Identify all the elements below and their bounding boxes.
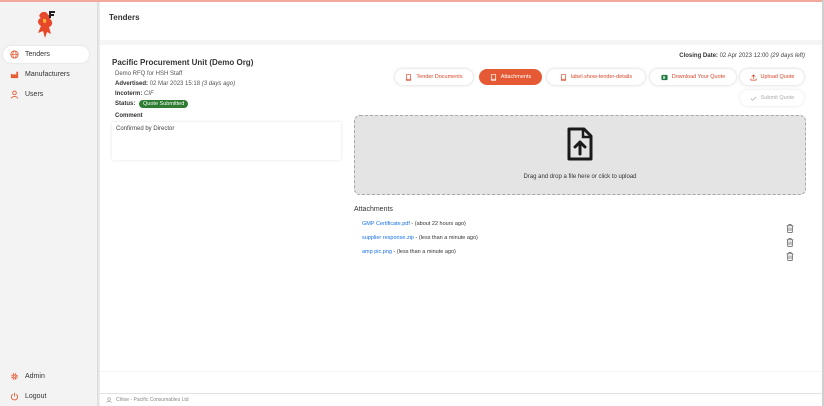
sidebar-item-manufacturers[interactable]: Manufacturers bbox=[3, 66, 89, 83]
app-logo bbox=[34, 10, 60, 40]
advertised-date: 02 Mar 2023 15:18 bbox=[149, 81, 201, 87]
sidebar-item-label: Tenders bbox=[25, 51, 50, 58]
attachments-button[interactable]: Attachments bbox=[479, 69, 542, 85]
main-content: Pacific Procurement Unit (Demo Org) Demo… bbox=[100, 40, 822, 372]
list-item: supplier response.zip - (less than a min… bbox=[362, 235, 478, 241]
status-label: Status: bbox=[115, 101, 136, 107]
closing-label: Closing Date: bbox=[679, 53, 718, 59]
org-name: Pacific Procurement Unit (Demo Org) bbox=[112, 58, 254, 67]
footer: Chloe - Pacific Consumables Ltd bbox=[100, 372, 822, 406]
attachment-time: - (less than a minute ago) bbox=[413, 235, 478, 241]
footer-divider bbox=[100, 393, 822, 394]
tender-card: Pacific Procurement Unit (Demo Org) Demo… bbox=[100, 45, 822, 371]
list-item: amp pic.png - (less than a minute ago) bbox=[362, 249, 456, 255]
submit-quote-button[interactable]: Submit Quote bbox=[740, 90, 804, 106]
attachment-time: - (about 22 hours ago) bbox=[409, 221, 466, 227]
download-quote-button[interactable]: Download Your Quote bbox=[650, 69, 736, 85]
attachment-time: - (less than a minute ago) bbox=[391, 249, 456, 255]
closing-date-value: 02 Apr 2023 12:00 bbox=[719, 53, 769, 59]
incoterm-line: Incoterm: CIF bbox=[115, 91, 154, 97]
book-icon bbox=[405, 73, 412, 81]
show-tender-details-label: label.show-tender-details bbox=[570, 74, 633, 80]
page-title: Tenders bbox=[109, 13, 140, 22]
user-icon bbox=[106, 397, 112, 403]
tender-subtitle: Demo RFQ for HSH Staff bbox=[115, 71, 183, 77]
gear-icon bbox=[10, 372, 19, 381]
header: Tenders bbox=[100, 2, 822, 40]
upload-icon bbox=[750, 73, 757, 81]
tender-documents-button[interactable]: Tender Documents bbox=[395, 69, 473, 85]
advertised-ago: (3 days ago) bbox=[201, 81, 236, 87]
show-tender-details-button[interactable]: label.show-tender-details bbox=[547, 69, 645, 85]
excel-icon bbox=[661, 74, 668, 81]
comment-label: Comment bbox=[115, 113, 143, 119]
attachments-label: Attachments bbox=[500, 74, 532, 80]
upload-quote-button[interactable]: Upload Quote bbox=[740, 69, 804, 85]
sidebar-item-label: Users bbox=[25, 91, 44, 98]
sidebar-item-label: Admin bbox=[25, 373, 45, 380]
current-user: Chloe - Pacific Consumables Ltd bbox=[106, 397, 189, 403]
closing-date: Closing Date: 02 Apr 2023 12:00 (29 days… bbox=[679, 53, 805, 59]
factory-icon bbox=[10, 70, 19, 79]
file-dropzone[interactable]: Drag and drop a file here or click to up… bbox=[354, 115, 806, 195]
closing-days-left: (29 days left) bbox=[770, 53, 805, 59]
attachment-link[interactable]: GMP Certificate.pdf bbox=[362, 221, 410, 227]
download-quote-label: Download Your Quote bbox=[671, 74, 726, 80]
status-badge: Quote Submitted bbox=[139, 100, 189, 108]
file-upload-icon bbox=[567, 127, 593, 161]
trash-icon bbox=[786, 224, 794, 233]
comment-label-text: Comment bbox=[115, 113, 143, 119]
status-line: Status: Quote Submitted bbox=[115, 100, 189, 108]
power-icon bbox=[10, 392, 19, 401]
sidebar-item-admin[interactable]: Admin bbox=[3, 368, 89, 385]
globe-icon bbox=[10, 50, 19, 59]
advertised-label: Advertised: bbox=[115, 81, 149, 87]
sidebar-item-tenders[interactable]: Tenders bbox=[3, 46, 89, 63]
check-icon bbox=[750, 95, 757, 102]
attachment-link[interactable]: amp pic.png bbox=[362, 249, 392, 255]
submit-quote-label: Submit Quote bbox=[760, 95, 795, 101]
trash-icon bbox=[786, 252, 794, 261]
advertised-line: Advertised: 02 Mar 2023 15:18 (3 days ag… bbox=[115, 81, 235, 87]
user-icon bbox=[10, 90, 19, 99]
current-user-label: Chloe - Pacific Consumables Ltd bbox=[116, 397, 189, 403]
sidebar-item-label: Manufacturers bbox=[25, 71, 70, 78]
delete-attachment-button[interactable] bbox=[786, 234, 794, 247]
delete-attachment-button[interactable] bbox=[786, 248, 794, 261]
upload-quote-label: Upload Quote bbox=[760, 74, 795, 80]
trash-icon bbox=[786, 238, 794, 247]
comment-box: Confirmed by Director bbox=[112, 122, 341, 160]
book-icon bbox=[560, 73, 567, 81]
sidebar: Tenders Manufacturers Users Admin Logout bbox=[0, 2, 97, 406]
attachment-link[interactable]: supplier response.zip bbox=[362, 235, 414, 241]
delete-attachment-button[interactable] bbox=[786, 220, 794, 233]
sidebar-item-label: Logout bbox=[25, 393, 47, 400]
list-item: GMP Certificate.pdf - (about 22 hours ag… bbox=[362, 221, 466, 227]
book-icon bbox=[490, 73, 497, 81]
dropzone-text: Drag and drop a file here or click to up… bbox=[523, 174, 637, 180]
sidebar-item-users[interactable]: Users bbox=[3, 86, 89, 103]
incoterm-value: CIF bbox=[144, 91, 154, 97]
incoterm-label: Incoterm: bbox=[115, 91, 143, 97]
attachments-title: Attachments bbox=[354, 206, 393, 213]
tender-documents-label: Tender Documents bbox=[416, 74, 463, 80]
sidebar-item-logout[interactable]: Logout bbox=[3, 388, 89, 405]
